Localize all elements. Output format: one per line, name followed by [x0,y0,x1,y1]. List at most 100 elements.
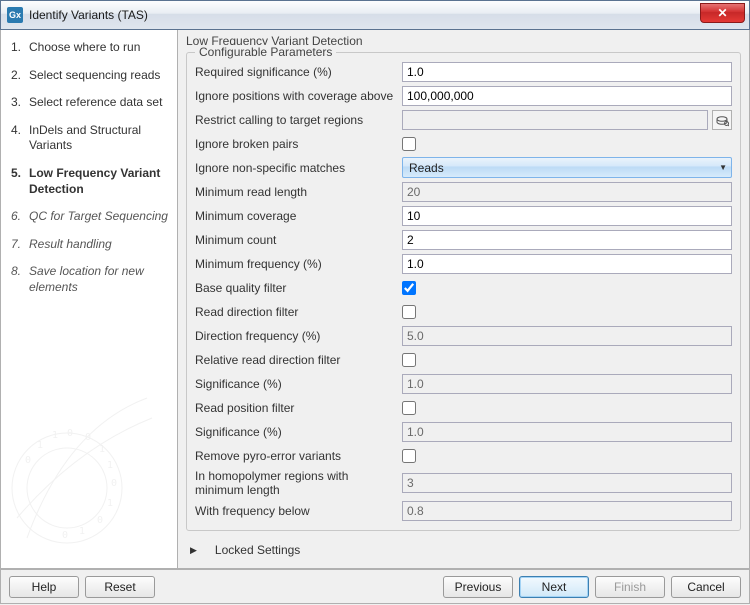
param-label: Ignore non-specific matches [195,161,402,175]
param-row-min-coverage: Minimum coverage [195,205,732,226]
ignore-coverage-above-input[interactable] [402,86,732,106]
svg-text:0: 0 [111,478,117,489]
significance2-input [402,422,732,442]
svg-text:0: 0 [97,515,103,526]
svg-text:0: 0 [62,530,68,541]
param-row-base-quality-filter: Base quality filter [195,277,732,298]
param-label: Minimum coverage [195,209,402,223]
step-label: Select reference data set [29,95,162,111]
read-position-filter-checkbox[interactable] [402,401,416,415]
param-label: Required significance (%) [195,65,402,79]
previous-button[interactable]: Previous [443,576,513,598]
wizard-step: 3.Select reference data set [11,95,169,111]
param-label: Significance (%) [195,425,402,439]
param-label: Significance (%) [195,377,402,391]
param-label: Read position filter [195,401,402,415]
param-label: Relative read direction filter [195,353,402,367]
wizard-step: 2.Select sequencing reads [11,68,169,84]
min-frequency-input[interactable] [402,254,732,274]
wizard-steps-sidebar: 1.Choose where to run2.Select sequencing… [1,30,178,568]
next-button[interactable]: Next [519,576,589,598]
window-title: Identify Variants (TAS) [29,8,148,22]
browse-button[interactable] [712,110,732,130]
locked-settings-toggle[interactable]: ▶ Locked Settings [178,535,749,561]
step-number: 8. [11,264,29,295]
step-label: InDels and Structural Variants [29,123,169,154]
close-button[interactable]: ✕ [700,3,745,23]
rel-read-dir-filter-checkbox[interactable] [402,353,416,367]
param-row-ignore-coverage-above: Ignore positions with coverage above [195,85,732,106]
footer: Help Reset Previous Next Finish Cancel [0,569,750,604]
reset-button[interactable]: Reset [85,576,155,598]
configurable-parameters-group: Configurable Parameters Required signifi… [186,52,741,531]
main-panel: Low Frequency Variant Detection Configur… [178,30,749,568]
help-button[interactable]: Help [9,576,79,598]
step-number: 7. [11,237,29,253]
significance1-input [402,374,732,394]
step-number: 3. [11,95,29,111]
svg-text:0: 0 [67,428,73,439]
watermark-graphic: 011 001 101 010 [7,368,157,558]
finish-button[interactable]: Finish [595,576,665,598]
step-label: QC for Target Sequencing [29,209,168,225]
step-label: Choose where to run [29,40,140,56]
svg-text:1: 1 [52,430,58,441]
svg-text:1: 1 [79,526,85,537]
wizard-step: 6.QC for Target Sequencing [11,209,169,225]
step-label: Save location for new elements [29,264,169,295]
cancel-button[interactable]: Cancel [671,576,741,598]
param-label: Minimum frequency (%) [195,257,402,271]
step-number: 1. [11,40,29,56]
required-significance-input[interactable] [402,62,732,82]
freq-below-input [402,501,732,521]
param-row-ignore-broken-pairs: Ignore broken pairs [195,133,732,154]
expand-icon: ▶ [190,545,197,556]
step-number: 2. [11,68,29,84]
chevron-down-icon: ▼ [719,163,727,172]
param-row-homopolymer-len: In homopolymer regions with minimum leng… [195,469,732,497]
ignore-broken-pairs-checkbox[interactable] [402,137,416,151]
window-body: 1.Choose where to run2.Select sequencing… [0,30,750,569]
svg-text:1: 1 [107,460,113,471]
step-label: Select sequencing reads [29,68,160,84]
locked-settings-label: Locked Settings [215,543,300,557]
homopolymer-len-input [402,473,732,493]
min-coverage-input[interactable] [402,206,732,226]
direction-frequency-input [402,326,732,346]
wizard-step: 8.Save location for new elements [11,264,169,295]
param-label: Restrict calling to target regions [195,113,402,127]
remove-pyro-checkbox[interactable] [402,449,416,463]
svg-text:1: 1 [107,498,113,509]
param-label: Minimum read length [195,185,402,199]
param-row-remove-pyro: Remove pyro-error variants [195,445,732,466]
svg-text:0: 0 [85,432,91,443]
param-row-read-position-filter: Read position filter [195,397,732,418]
param-row-required-significance: Required significance (%) [195,61,732,82]
min-read-length-input [402,182,732,202]
param-row-direction-frequency: Direction frequency (%) [195,325,732,346]
svg-text:0: 0 [25,455,31,466]
param-label: Base quality filter [195,281,402,295]
select-value: Reads [409,161,444,175]
base-quality-filter-checkbox[interactable] [402,281,416,295]
param-row-min-frequency: Minimum frequency (%) [195,253,732,274]
param-row-ignore-nonspecific: Ignore non-specific matches Reads ▼ [195,157,732,178]
param-row-restrict-target: Restrict calling to target regions [195,109,732,130]
step-number: 6. [11,209,29,225]
step-label: Low Frequency Variant Detection [29,166,169,197]
step-number: 4. [11,123,29,154]
param-label: Ignore broken pairs [195,137,402,151]
ignore-nonspecific-select[interactable]: Reads ▼ [402,157,732,178]
param-row-rel-read-dir-filter: Relative read direction filter [195,349,732,370]
step-label: Result handling [29,237,112,253]
wizard-step: 5.Low Frequency Variant Detection [11,166,169,197]
param-row-significance1: Significance (%) [195,373,732,394]
wizard-step: 4.InDels and Structural Variants [11,123,169,154]
param-row-read-direction-filter: Read direction filter [195,301,732,322]
read-direction-filter-checkbox[interactable] [402,305,416,319]
param-row-min-read-length: Minimum read length [195,181,732,202]
param-row-min-count: Minimum count [195,229,732,250]
wizard-step: 7.Result handling [11,237,169,253]
param-label: Ignore positions with coverage above [195,89,402,103]
min-count-input[interactable] [402,230,732,250]
